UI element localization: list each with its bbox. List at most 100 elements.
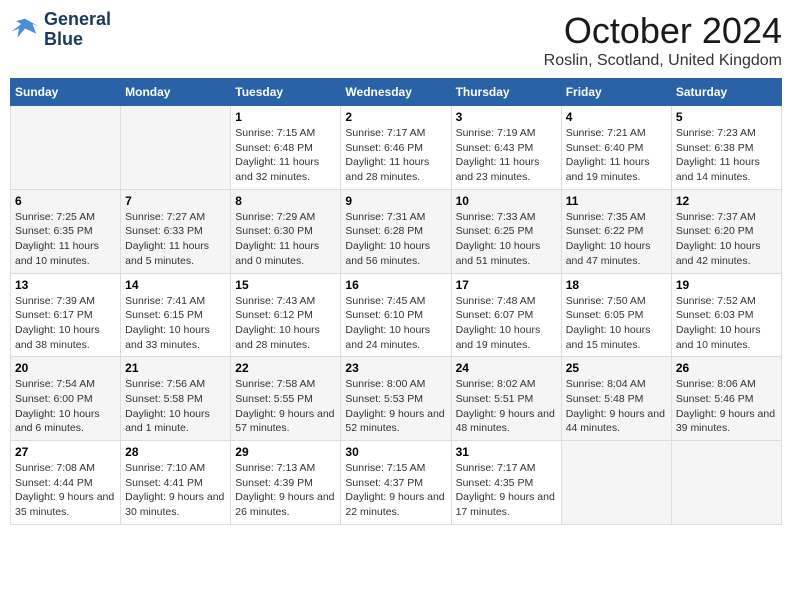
day-info: Sunrise: 7:58 AM Sunset: 5:55 PM Dayligh… (235, 377, 336, 436)
day-number: 21 (125, 361, 226, 375)
calendar-cell: 4 Sunrise: 7:21 AM Sunset: 6:40 PM Daylig… (561, 106, 671, 190)
day-number: 15 (235, 278, 336, 292)
calendar-cell: 29Sunrise: 7:13 AM Sunset: 4:39 PM Dayli… (231, 441, 341, 525)
calendar-week-row: 1 Sunrise: 7:15 AM Sunset: 6:48 PM Daylig… (11, 106, 782, 190)
calendar-week-row: 6Sunrise: 7:25 AM Sunset: 6:35 PM Daylig… (11, 189, 782, 273)
calendar-cell: 22 Sunrise: 7:58 AM Sunset: 5:55 PM Dayli… (231, 357, 341, 441)
calendar-cell: 18Sunrise: 7:50 AM Sunset: 6:05 PM Dayli… (561, 273, 671, 357)
calendar-cell: 14 Sunrise: 7:41 AM Sunset: 6:15 PM Dayli… (121, 273, 231, 357)
calendar-cell: 8 Sunrise: 7:29 AM Sunset: 6:30 PM Daylig… (231, 189, 341, 273)
day-info: Sunrise: 7:33 AM Sunset: 6:25 PM Dayligh… (456, 210, 557, 269)
day-number: 16 (345, 278, 446, 292)
day-info: Sunrise: 7:17 AM Sunset: 4:35 PM Dayligh… (456, 461, 557, 520)
day-number: 26 (676, 361, 777, 375)
calendar-cell (671, 441, 781, 525)
page-header: General Blue October 2024 Roslin, Scotla… (10, 10, 782, 70)
day-number: 23 (345, 361, 446, 375)
calendar-cell (561, 441, 671, 525)
calendar-cell: 26Sunrise: 8:06 AM Sunset: 5:46 PM Dayli… (671, 357, 781, 441)
day-info: Sunrise: 8:00 AM Sunset: 5:53 PM Dayligh… (345, 377, 446, 436)
calendar-cell: 6Sunrise: 7:25 AM Sunset: 6:35 PM Daylig… (11, 189, 121, 273)
day-info: Sunrise: 7:41 AM Sunset: 6:15 PM Dayligh… (125, 294, 226, 353)
weekday-header: Thursday (451, 79, 561, 106)
calendar-cell: 21 Sunrise: 7:56 AM Sunset: 5:58 PM Dayli… (121, 357, 231, 441)
weekday-header: Wednesday (341, 79, 451, 106)
calendar-cell: 15 Sunrise: 7:43 AM Sunset: 6:12 PM Dayli… (231, 273, 341, 357)
calendar-week-row: 27 Sunrise: 7:08 AM Sunset: 4:44 PM Dayli… (11, 441, 782, 525)
day-number: 14 (125, 278, 226, 292)
day-number: 28 (125, 445, 226, 459)
calendar-cell: 19Sunrise: 7:52 AM Sunset: 6:03 PM Dayli… (671, 273, 781, 357)
logo-icon (10, 15, 40, 45)
day-number: 18 (566, 278, 667, 292)
calendar-cell: 27 Sunrise: 7:08 AM Sunset: 4:44 PM Dayli… (11, 441, 121, 525)
day-info: Sunrise: 7:15 AM Sunset: 6:48 PM Dayligh… (235, 126, 336, 185)
day-info: Sunrise: 7:54 AM Sunset: 6:00 PM Dayligh… (15, 377, 116, 436)
day-number: 3 (456, 110, 557, 124)
day-number: 31 (456, 445, 557, 459)
calendar-cell: 11Sunrise: 7:35 AM Sunset: 6:22 PM Dayli… (561, 189, 671, 273)
day-number: 2 (345, 110, 446, 124)
day-info: Sunrise: 7:39 AM Sunset: 6:17 PM Dayligh… (15, 294, 116, 353)
calendar-cell: 31 Sunrise: 7:17 AM Sunset: 4:35 PM Dayli… (451, 441, 561, 525)
weekday-header: Friday (561, 79, 671, 106)
calendar-cell: 20 Sunrise: 7:54 AM Sunset: 6:00 PM Dayli… (11, 357, 121, 441)
day-number: 9 (345, 194, 446, 208)
calendar-cell: 28 Sunrise: 7:10 AM Sunset: 4:41 PM Dayli… (121, 441, 231, 525)
calendar-week-row: 13 Sunrise: 7:39 AM Sunset: 6:17 PM Dayli… (11, 273, 782, 357)
calendar-cell: 1 Sunrise: 7:15 AM Sunset: 6:48 PM Daylig… (231, 106, 341, 190)
day-number: 17 (456, 278, 557, 292)
day-info: Sunrise: 7:56 AM Sunset: 5:58 PM Dayligh… (125, 377, 226, 436)
day-info: Sunrise: 7:23 AM Sunset: 6:38 PM Dayligh… (676, 126, 777, 185)
day-info: Sunrise: 7:43 AM Sunset: 6:12 PM Dayligh… (235, 294, 336, 353)
logo-text: General Blue (44, 10, 111, 50)
calendar-body: 1 Sunrise: 7:15 AM Sunset: 6:48 PM Daylig… (11, 106, 782, 525)
day-info: Sunrise: 7:48 AM Sunset: 6:07 PM Dayligh… (456, 294, 557, 353)
day-number: 20 (15, 361, 116, 375)
day-info: Sunrise: 7:15 AM Sunset: 4:37 PM Dayligh… (345, 461, 446, 520)
day-number: 4 (566, 110, 667, 124)
day-number: 22 (235, 361, 336, 375)
calendar-cell: 12 Sunrise: 7:37 AM Sunset: 6:20 PM Dayli… (671, 189, 781, 273)
day-number: 8 (235, 194, 336, 208)
day-number: 5 (676, 110, 777, 124)
day-info: Sunrise: 7:29 AM Sunset: 6:30 PM Dayligh… (235, 210, 336, 269)
day-info: Sunrise: 7:45 AM Sunset: 6:10 PM Dayligh… (345, 294, 446, 353)
day-number: 13 (15, 278, 116, 292)
day-number: 29 (235, 445, 336, 459)
day-info: Sunrise: 7:08 AM Sunset: 4:44 PM Dayligh… (15, 461, 116, 520)
calendar-cell: 23 Sunrise: 8:00 AM Sunset: 5:53 PM Dayli… (341, 357, 451, 441)
day-info: Sunrise: 7:27 AM Sunset: 6:33 PM Dayligh… (125, 210, 226, 269)
day-info: Sunrise: 7:37 AM Sunset: 6:20 PM Dayligh… (676, 210, 777, 269)
calendar-cell: 3Sunrise: 7:19 AM Sunset: 6:43 PM Daylig… (451, 106, 561, 190)
day-info: Sunrise: 8:02 AM Sunset: 5:51 PM Dayligh… (456, 377, 557, 436)
calendar-cell: 2 Sunrise: 7:17 AM Sunset: 6:46 PM Daylig… (341, 106, 451, 190)
day-number: 12 (676, 194, 777, 208)
calendar-cell: 7Sunrise: 7:27 AM Sunset: 6:33 PM Daylig… (121, 189, 231, 273)
weekday-header: Tuesday (231, 79, 341, 106)
logo: General Blue (10, 10, 111, 50)
weekday-header: Sunday (11, 79, 121, 106)
day-info: Sunrise: 7:25 AM Sunset: 6:35 PM Dayligh… (15, 210, 116, 269)
day-info: Sunrise: 7:21 AM Sunset: 6:40 PM Dayligh… (566, 126, 667, 185)
weekday-header: Saturday (671, 79, 781, 106)
day-number: 1 (235, 110, 336, 124)
day-info: Sunrise: 7:10 AM Sunset: 4:41 PM Dayligh… (125, 461, 226, 520)
day-info: Sunrise: 7:17 AM Sunset: 6:46 PM Dayligh… (345, 126, 446, 185)
calendar-cell: 25Sunrise: 8:04 AM Sunset: 5:48 PM Dayli… (561, 357, 671, 441)
calendar-cell: 5 Sunrise: 7:23 AM Sunset: 6:38 PM Daylig… (671, 106, 781, 190)
day-info: Sunrise: 7:35 AM Sunset: 6:22 PM Dayligh… (566, 210, 667, 269)
calendar-cell: 30Sunrise: 7:15 AM Sunset: 4:37 PM Dayli… (341, 441, 451, 525)
calendar-cell: 17 Sunrise: 7:48 AM Sunset: 6:07 PM Dayli… (451, 273, 561, 357)
calendar-cell: 16 Sunrise: 7:45 AM Sunset: 6:10 PM Dayli… (341, 273, 451, 357)
calendar-cell: 9Sunrise: 7:31 AM Sunset: 6:28 PM Daylig… (341, 189, 451, 273)
calendar-table: SundayMondayTuesdayWednesdayThursdayFrid… (10, 78, 782, 525)
calendar-cell: 10Sunrise: 7:33 AM Sunset: 6:25 PM Dayli… (451, 189, 561, 273)
day-number: 24 (456, 361, 557, 375)
calendar-cell: 24 Sunrise: 8:02 AM Sunset: 5:51 PM Dayli… (451, 357, 561, 441)
day-number: 27 (15, 445, 116, 459)
day-number: 19 (676, 278, 777, 292)
month-title: October 2024 (544, 10, 782, 52)
calendar-header: SundayMondayTuesdayWednesdayThursdayFrid… (11, 79, 782, 106)
title-area: October 2024 Roslin, Scotland, United Ki… (544, 10, 782, 70)
